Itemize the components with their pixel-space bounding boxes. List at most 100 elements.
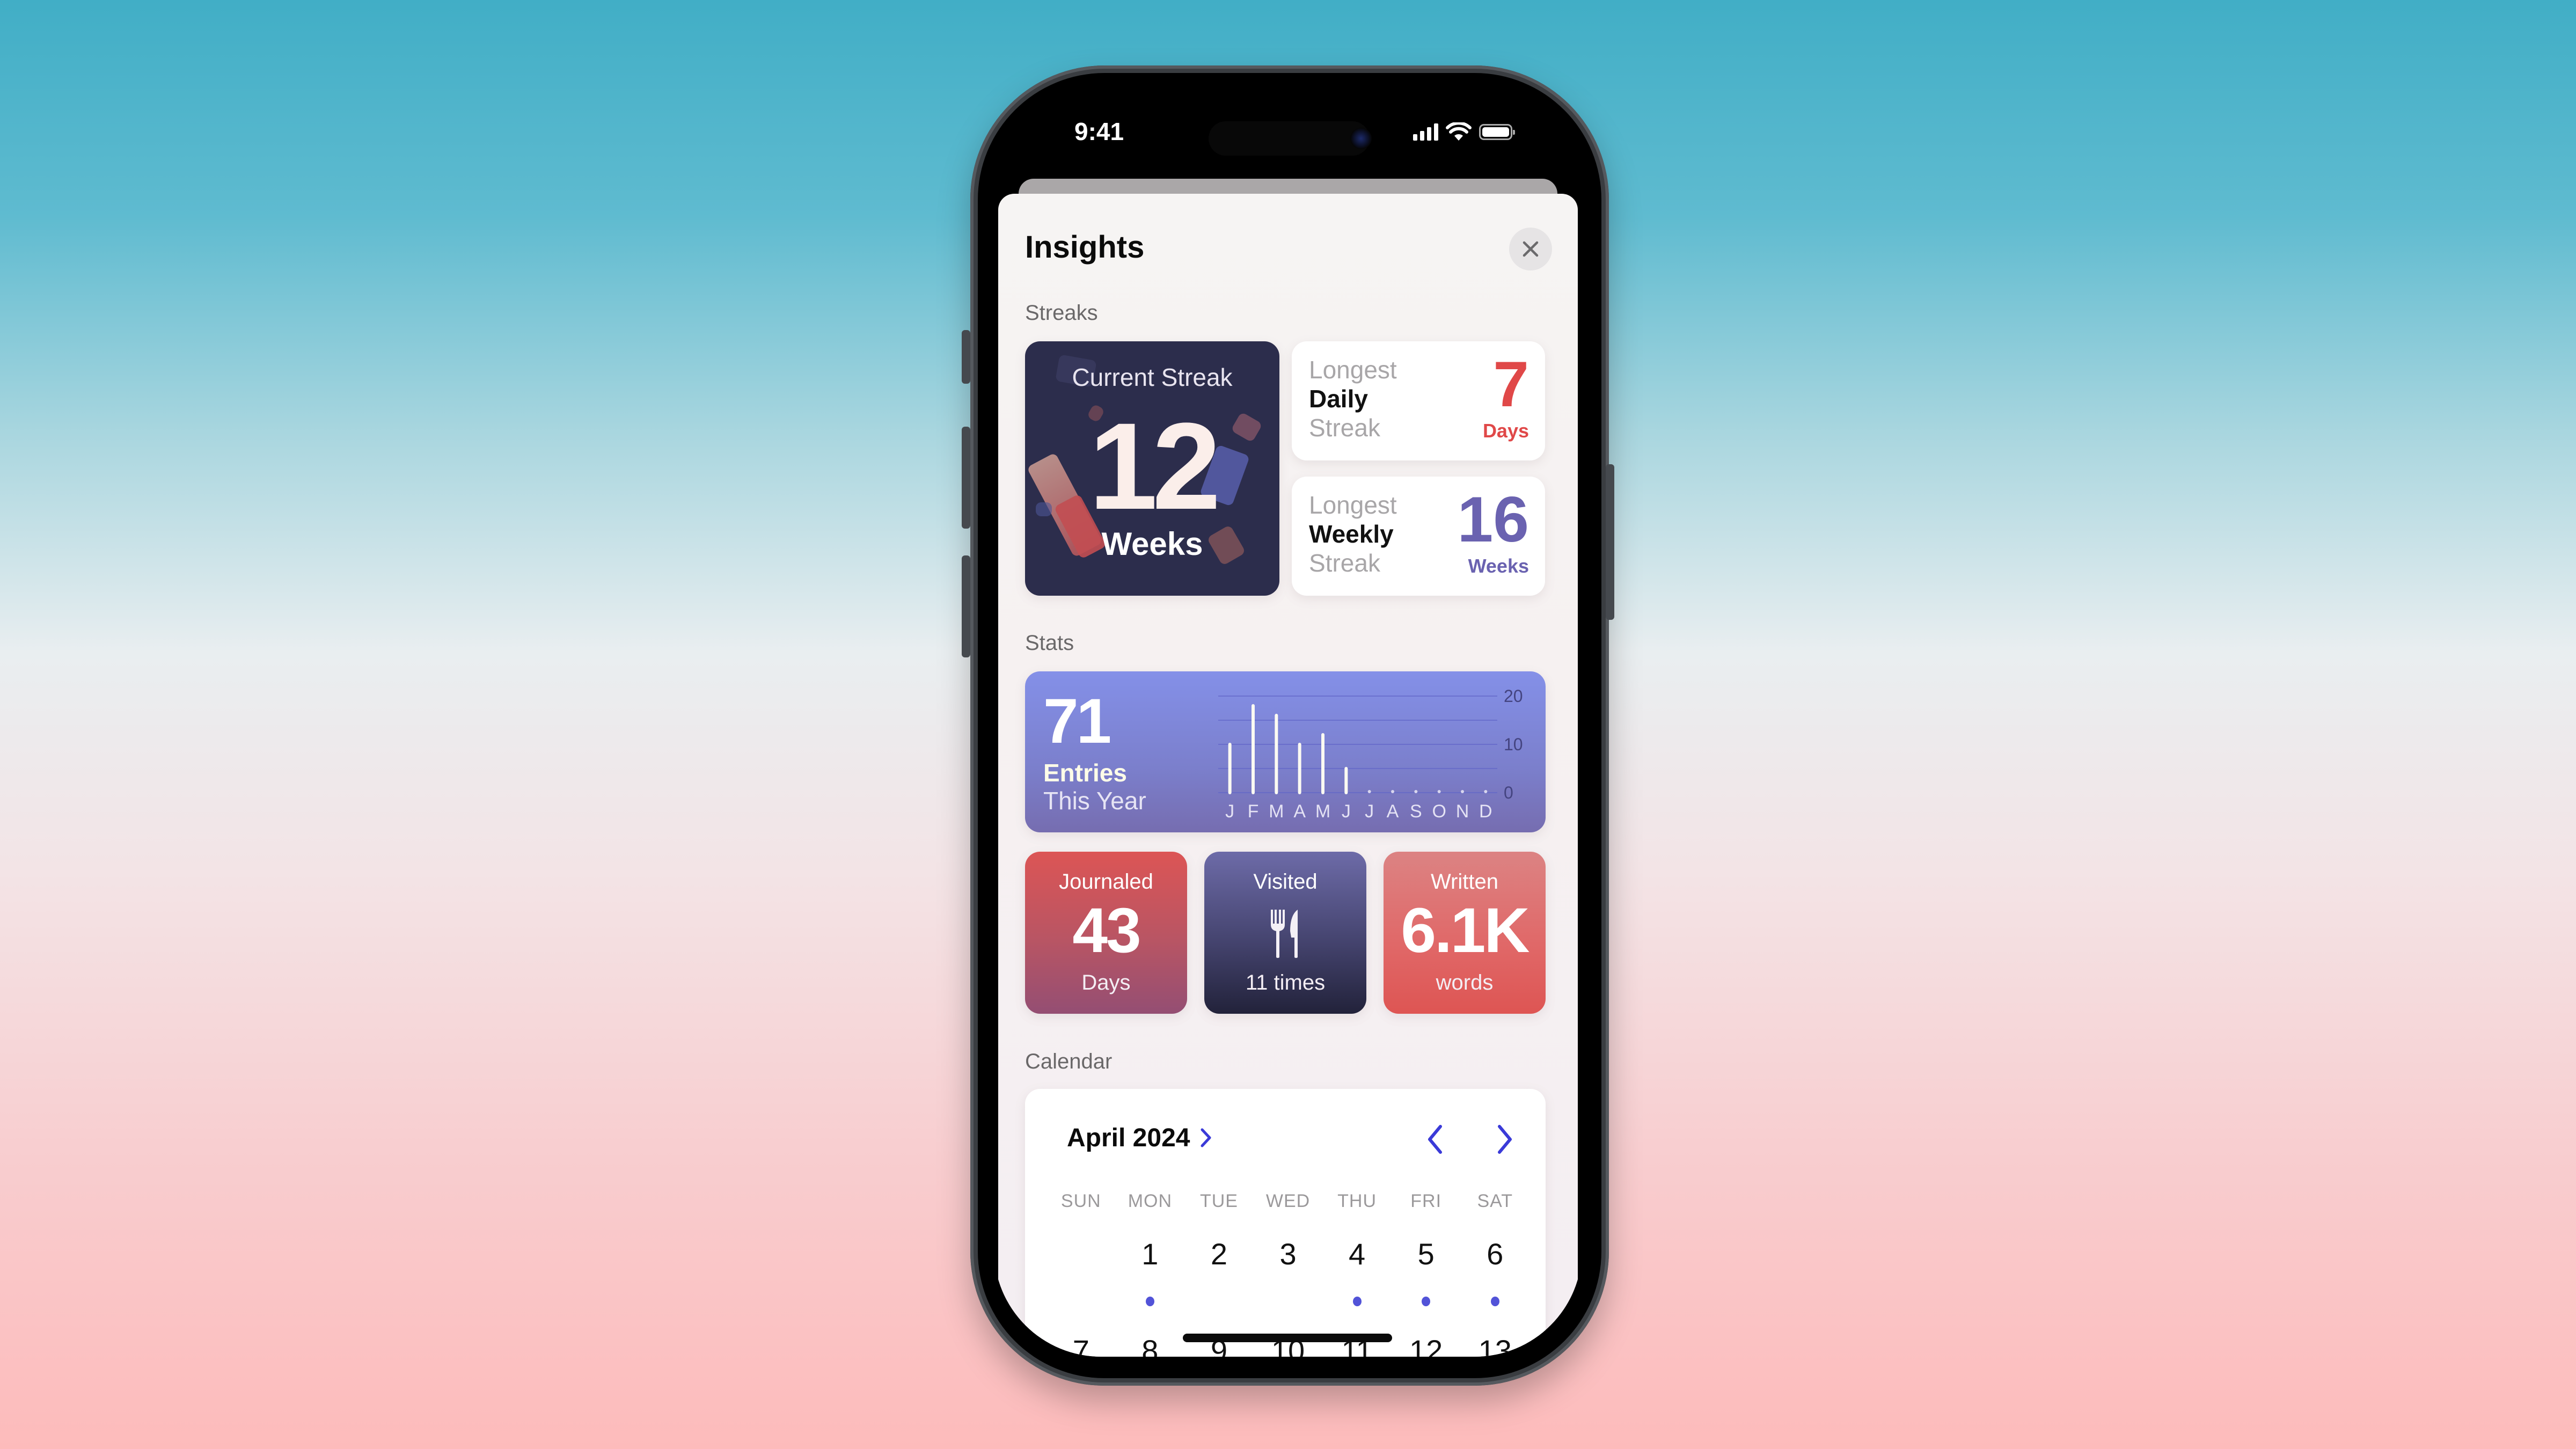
fork-knife-icon xyxy=(1271,910,1298,958)
chart-y-tick-label: 0 xyxy=(1504,783,1513,802)
section-label-streaks: Streaks xyxy=(1025,301,1098,325)
weekly-streak-line3: Streak xyxy=(1309,549,1380,577)
current-streak-value: 12 xyxy=(1089,397,1221,535)
weekly-streak-line2: Weekly xyxy=(1309,520,1394,548)
chart-bar xyxy=(1367,790,1371,793)
entries-label: Entries xyxy=(1043,759,1127,787)
status-time: 9:41 xyxy=(1074,118,1124,145)
calendar-day-number: 5 xyxy=(1417,1237,1435,1271)
chart-bar xyxy=(1484,790,1488,793)
weekday-label: MON xyxy=(1128,1191,1173,1211)
front-camera xyxy=(1350,128,1372,149)
current-streak-label: Current Streak xyxy=(1072,363,1233,391)
calendar-day[interactable]: 7 xyxy=(1046,1333,1116,1357)
chart-y-tick-label: 20 xyxy=(1504,686,1523,706)
chart-x-tick-label: A xyxy=(1387,801,1399,822)
power-button xyxy=(1606,464,1614,620)
longest-daily-streak-card[interactable]: Longest Daily Streak 7 Days xyxy=(1292,341,1545,460)
calendar-day[interactable]: 4 xyxy=(1322,1236,1392,1306)
calendar-week-row: 1 2 3 4 5 6 xyxy=(1046,1236,1529,1306)
insights-sheet: Insights Streaks Current Streak 12 Weeks… xyxy=(998,194,1578,1357)
calendar-day-number: 6 xyxy=(1487,1237,1504,1271)
calendar-day[interactable]: 1 xyxy=(1116,1236,1185,1306)
journaled-unit: Days xyxy=(1081,971,1131,994)
entry-indicator-dot xyxy=(1145,1297,1154,1306)
written-card[interactable]: Written 6.1K words xyxy=(1384,852,1546,1014)
chart-bar xyxy=(1437,790,1441,793)
calendar-day[interactable]: 8 xyxy=(1116,1333,1185,1357)
weekday-label: FRI xyxy=(1410,1191,1442,1211)
calendar-day-number: 8 xyxy=(1141,1334,1159,1357)
chart-x-tick-label: O xyxy=(1432,801,1446,822)
weekday-label: SUN xyxy=(1060,1191,1101,1211)
daily-streak-unit: Days xyxy=(1482,420,1529,442)
home-indicator[interactable] xyxy=(1183,1334,1392,1342)
entries-bar-chart: 20100J F M A M J J A S O N D xyxy=(1218,686,1523,822)
written-unit: words xyxy=(1436,971,1494,994)
previous-month-button[interactable] xyxy=(1422,1122,1449,1157)
journaled-value: 43 xyxy=(1072,895,1141,966)
calendar-day[interactable]: 6 xyxy=(1460,1236,1529,1306)
chart-x-tick-label: J xyxy=(1225,801,1234,822)
calendar-day-number: 3 xyxy=(1279,1237,1297,1271)
daily-streak-line1: Longest xyxy=(1309,356,1397,384)
status-bar: 9:41 xyxy=(994,85,1582,192)
journaled-card[interactable]: Journaled 43 Days xyxy=(1025,852,1187,1014)
chart-x-tick-label: F xyxy=(1248,801,1259,822)
calendar-day[interactable]: 3 xyxy=(1254,1236,1323,1306)
calendar-day-number: 4 xyxy=(1349,1237,1366,1271)
entries-count: 71 xyxy=(1043,686,1111,757)
section-label-stats: Stats xyxy=(1025,631,1074,655)
weekly-streak-line1: Longest xyxy=(1309,491,1397,519)
battery-icon xyxy=(1479,124,1515,140)
weekly-streak-unit: Weeks xyxy=(1468,555,1529,577)
calendar-day[interactable]: 2 xyxy=(1184,1236,1254,1306)
chart-bar xyxy=(1461,790,1464,793)
calendar-day-number: 7 xyxy=(1072,1334,1089,1357)
action-button xyxy=(962,330,970,384)
wifi-icon xyxy=(1446,122,1472,141)
weekday-label: WED xyxy=(1265,1191,1311,1211)
chart-x-tick-label: N xyxy=(1456,801,1469,822)
weekday-label: THU xyxy=(1337,1191,1377,1211)
longest-weekly-streak-card[interactable]: Longest Weekly Streak 16 Weeks xyxy=(1292,477,1545,596)
volume-down-button xyxy=(962,555,970,657)
close-button[interactable] xyxy=(1509,228,1552,270)
calendar-day-number: 13 xyxy=(1478,1334,1512,1357)
month-picker-chevron-icon[interactable] xyxy=(1198,1124,1214,1151)
entry-indicator-dot xyxy=(1490,1297,1499,1306)
dynamic-island xyxy=(1209,121,1370,156)
chart-bar xyxy=(1414,790,1418,793)
status-icons xyxy=(1413,122,1515,142)
chart-x-tick-label: S xyxy=(1410,801,1422,822)
sheet-title: Insights xyxy=(1025,230,1145,265)
next-month-button[interactable] xyxy=(1491,1122,1518,1157)
current-streak-card[interactable]: Current Streak 12 Weeks xyxy=(1025,341,1279,596)
close-icon xyxy=(1523,241,1539,257)
chart-x-tick-label: D xyxy=(1479,801,1492,822)
visited-unit: 11 times xyxy=(1245,971,1326,994)
entry-indicator-dot xyxy=(1352,1297,1362,1306)
calendar-day[interactable]: 12 xyxy=(1392,1333,1461,1357)
daily-streak-line2: Daily xyxy=(1309,385,1368,413)
weekly-streak-value: 16 xyxy=(1457,484,1529,555)
chart-x-tick-label: A xyxy=(1293,801,1306,822)
calendar-month-title[interactable]: April 2024 xyxy=(1067,1123,1190,1153)
current-streak-unit: Weeks xyxy=(1101,526,1203,562)
volume-up-button xyxy=(962,427,970,529)
entries-chart-card[interactable]: 71 Entries This Year 20 10 0 J F M A M J J A S O N D xyxy=(1025,671,1546,832)
weekday-header: SUN MON TUE WED THU FRI SAT xyxy=(1046,1191,1529,1212)
daily-streak-line3: Streak xyxy=(1309,414,1380,442)
calendar-day[interactable]: 5 xyxy=(1392,1236,1461,1306)
chart-x-tick-label: M xyxy=(1269,801,1284,822)
weekday-label: SAT xyxy=(1477,1191,1513,1211)
chart-y-tick-label: 10 xyxy=(1504,735,1523,754)
calendar-day[interactable]: 13 xyxy=(1460,1333,1529,1357)
written-label: Written xyxy=(1431,870,1498,894)
calendar-day xyxy=(1046,1236,1116,1306)
entries-sublabel: This Year xyxy=(1043,787,1146,815)
chart-bar xyxy=(1391,790,1394,793)
daily-streak-value: 7 xyxy=(1493,348,1529,420)
written-value: 6.1K xyxy=(1401,895,1529,966)
visited-card[interactable]: Visited 11 times xyxy=(1204,852,1366,1014)
